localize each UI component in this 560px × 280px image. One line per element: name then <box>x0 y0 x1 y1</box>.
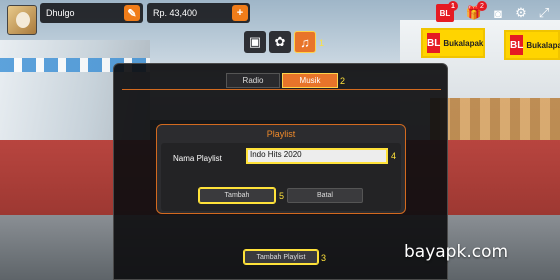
playlist-name-input[interactable]: Indo Hits 2020 <box>246 148 388 164</box>
money-pill: Rp. 43,400 + <box>147 3 250 23</box>
top-bar: Dhulgo ✎ Rp. 43,400 + BL 1 🎁 2 ◙ ⚙ ⤢ <box>0 0 560 35</box>
callout-5: 5 <box>279 191 285 201</box>
gear-icon[interactable]: ⚙ <box>512 4 530 22</box>
pencil-icon[interactable]: ✎ <box>124 5 140 21</box>
callout-1: 1 <box>319 38 325 48</box>
callout-4: 4 <box>391 151 397 161</box>
bukalapak-sign: BL Bukalapak <box>421 28 485 58</box>
player-name: Dhulgo <box>46 8 75 18</box>
dialog-title: Playlist <box>266 129 296 139</box>
tab-divider <box>122 89 441 90</box>
bukalapak-sign-text: Bukalapak <box>526 40 560 50</box>
music-panel: Radio Musik 2 Playlist Nama Playlist Ind… <box>113 63 448 280</box>
money-value: Rp. 43,400 <box>153 8 198 18</box>
bus-icon[interactable]: ▣ <box>244 31 266 53</box>
camera-icon[interactable]: ◙ <box>489 4 507 22</box>
tab-radio[interactable]: Radio <box>226 73 280 88</box>
bukalapak-logo: BL <box>510 35 524 55</box>
expand-icon[interactable]: ⤢ <box>535 4 553 22</box>
notification-badge: 1 <box>448 1 458 11</box>
plus-icon[interactable]: + <box>232 5 248 21</box>
gift-icon[interactable]: 🎁 2 <box>465 1 487 22</box>
music-icon[interactable]: ♫ <box>294 31 316 53</box>
batal-button[interactable]: Batal <box>287 188 363 203</box>
bukalapak-sign-text: Bukalapak <box>443 38 484 48</box>
tab-musik[interactable]: Musik <box>282 73 338 88</box>
playlist-name-label: Nama Playlist <box>173 154 222 163</box>
bukalapak-sign-2: BL Bukalapak <box>504 30 560 60</box>
playlist-dialog: Playlist Nama Playlist Indo Hits 2020 4 … <box>156 124 406 214</box>
palette-icon[interactable]: ✿ <box>269 31 291 53</box>
gift-badge: 2 <box>477 1 487 11</box>
tambah-playlist-button[interactable]: Tambah Playlist <box>243 249 319 265</box>
callout-2: 2 <box>340 76 346 86</box>
watermark: bayapk.com <box>404 242 509 262</box>
avatar[interactable] <box>7 5 37 35</box>
callout-3: 3 <box>321 253 327 263</box>
player-name-pill: Dhulgo ✎ <box>40 3 143 23</box>
dialog-body: Nama Playlist Indo Hits 2020 4 Tambah 5 … <box>161 143 401 211</box>
bukalapak-shop-icon[interactable]: BL 1 <box>436 1 458 22</box>
tambah-button[interactable]: Tambah <box>198 187 276 204</box>
bukalapak-logo: BL <box>427 33 441 53</box>
